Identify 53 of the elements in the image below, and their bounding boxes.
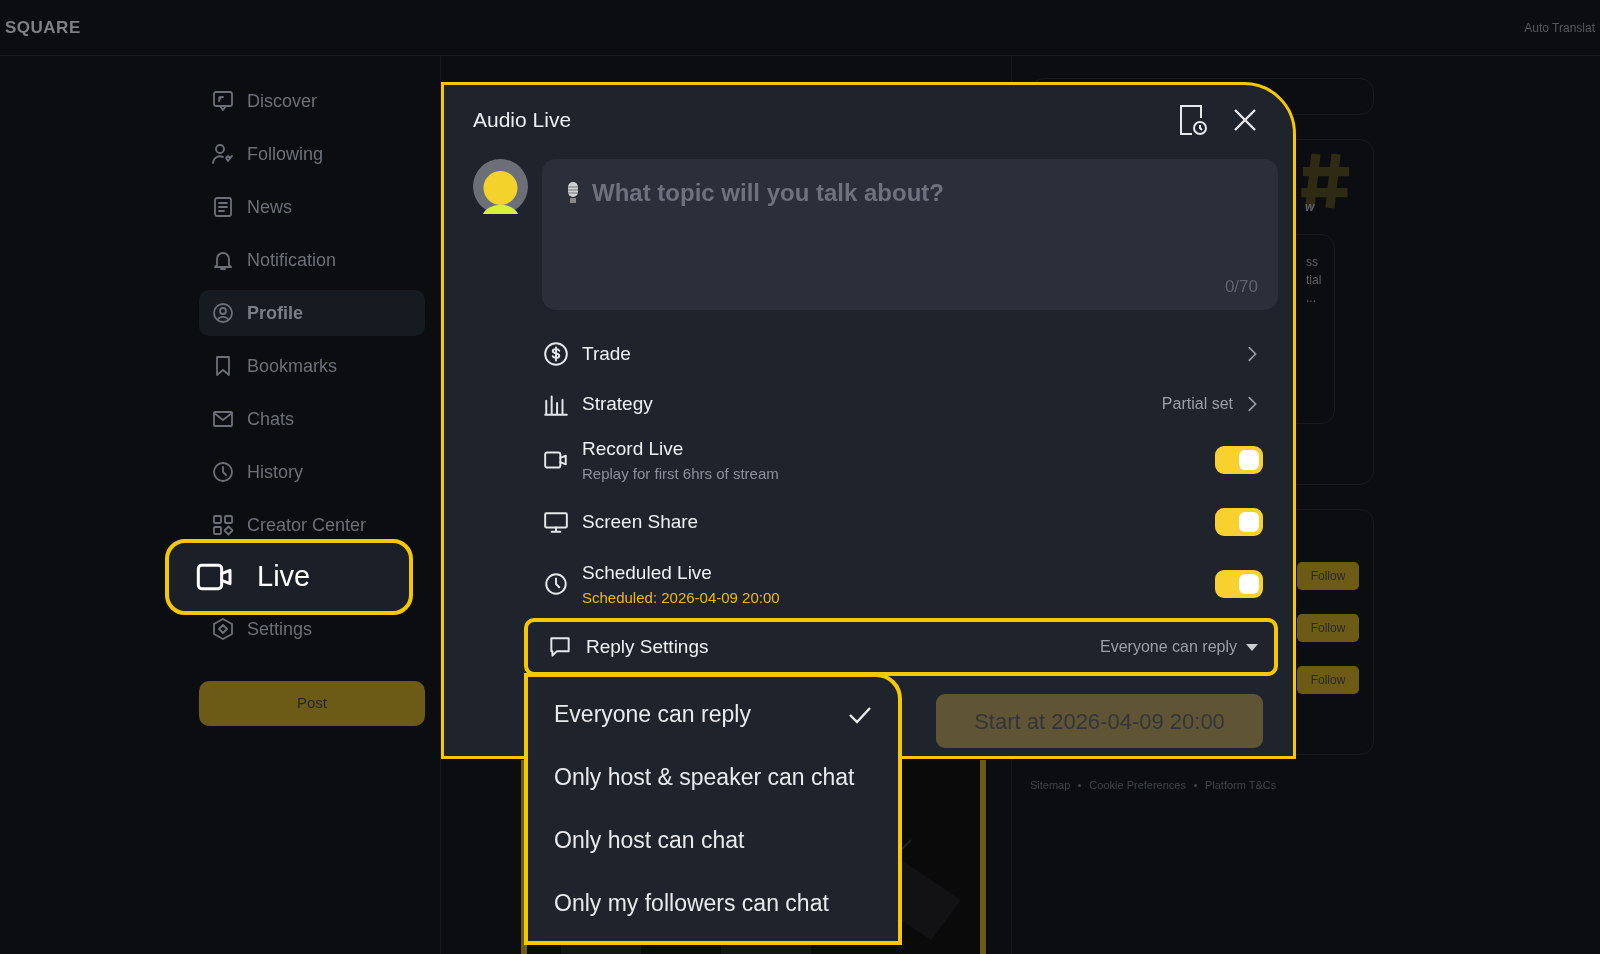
sidebar-item[interactable]: Notification bbox=[199, 237, 425, 283]
user-icon bbox=[211, 301, 235, 325]
clock-icon bbox=[211, 460, 235, 484]
settings-icon bbox=[211, 617, 235, 641]
avatar bbox=[473, 159, 528, 214]
follow-button[interactable]: Follow bbox=[1297, 666, 1359, 694]
toggle-switch[interactable] bbox=[1215, 446, 1263, 474]
follow-button[interactable]: Follow bbox=[1297, 614, 1359, 642]
setting-label: Record Live bbox=[582, 436, 685, 461]
screen-icon bbox=[211, 89, 235, 113]
setting-label: Screen Share bbox=[582, 509, 699, 534]
card-text: ss bbox=[1306, 254, 1319, 271]
settings-row[interactable]: Trade bbox=[524, 329, 1278, 379]
dialog-title: Audio Live bbox=[473, 107, 572, 134]
follow-button[interactable]: Follow bbox=[1297, 562, 1359, 590]
brand-logo[interactable]: SQUARE bbox=[5, 14, 81, 41]
clock-icon bbox=[543, 571, 569, 597]
document-icon bbox=[211, 195, 235, 219]
menu-option[interactable]: Only my followers can chat bbox=[528, 872, 898, 935]
auto-translate-label[interactable]: Auto Translat bbox=[1524, 18, 1595, 37]
settings-row[interactable]: Strategy Partial set bbox=[524, 379, 1278, 429]
person-heart-icon bbox=[211, 142, 235, 166]
menu-option[interactable]: Everyone can reply bbox=[528, 683, 898, 746]
sidebar-item[interactable]: Discover bbox=[199, 78, 425, 124]
card-text: tial bbox=[1306, 272, 1323, 289]
separator-dot bbox=[1078, 783, 1082, 787]
dollar-icon bbox=[543, 341, 569, 367]
chat-icon bbox=[547, 634, 573, 660]
sidebar-item[interactable]: Bookmarks bbox=[199, 343, 425, 389]
menu-option[interactable]: Only host & speaker can chat bbox=[528, 746, 898, 809]
sidebar-item[interactable]: News bbox=[199, 184, 425, 230]
card-text: ... bbox=[1306, 290, 1317, 307]
footer-link[interactable]: Platform T&Cs bbox=[1204, 777, 1277, 794]
menu-option[interactable]: Only host can chat bbox=[528, 809, 898, 872]
footer-link[interactable]: Cookie Preferences bbox=[1089, 777, 1186, 794]
setting-label: Scheduled Live bbox=[582, 560, 713, 585]
sidebar-item[interactable]: Following bbox=[199, 131, 425, 177]
close-icon[interactable] bbox=[1232, 107, 1258, 133]
toggle-switch[interactable] bbox=[1215, 508, 1263, 536]
separator-dot bbox=[1193, 783, 1197, 787]
grid-icon bbox=[211, 513, 235, 537]
card-text: w bbox=[1305, 199, 1315, 216]
schedule-icon[interactable] bbox=[1178, 104, 1208, 136]
footer-link[interactable]: Sitemap bbox=[1030, 777, 1071, 794]
monitor-icon bbox=[543, 509, 569, 535]
post-button[interactable]: Post bbox=[199, 681, 425, 726]
sidebar-item[interactable]: Chats bbox=[199, 396, 425, 442]
sidebar-item[interactable]: Profile bbox=[199, 290, 425, 336]
sidebar-item[interactable]: Live bbox=[165, 539, 413, 615]
sidebar-item[interactable]: History bbox=[199, 449, 425, 495]
toggle-switch[interactable] bbox=[1215, 570, 1263, 598]
setting-description: Replay for first 6hrs of stream bbox=[582, 464, 779, 484]
setting-description: Scheduled: 2026-04-09 20:00 bbox=[582, 588, 780, 608]
